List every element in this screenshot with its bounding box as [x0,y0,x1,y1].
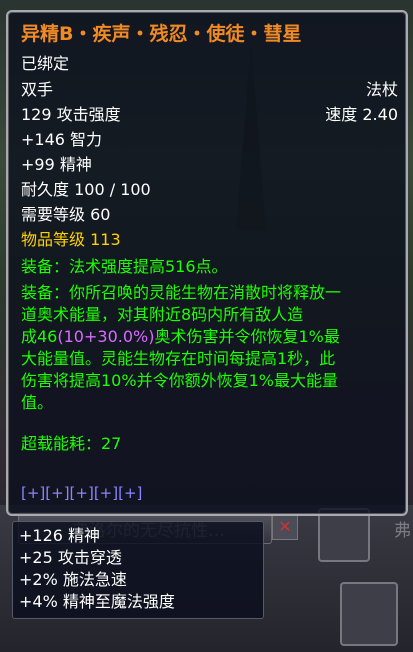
equip-effect-2: 装备：你所召唤的灵能生物在消散时将释放一 道奥术能量，对其附近8码内所有敌人造 … [21,282,401,414]
equip-effect-2-line-1: 装备：你所召唤的灵能生物在消散时将释放一 [21,283,342,302]
equip-effect-2-line-3: 成46(10+30.0%)奥术伤害并令你恢复1%最 [21,326,401,348]
equip-effect-2-line-2: 道奥术能量，对其附近8码内所有敌人造 [21,305,304,324]
required-level: 需要等级 60 [21,205,111,224]
durability: 耐久度 100 / 100 [21,180,151,199]
attack-power: 129 攻击强度 [21,105,121,124]
bonus-stat-spirit: +126 精神 [19,526,101,545]
item-tooltip: 异精B・疾声・残忍・使徒・彗星 已绑定 双手 法杖 129 攻击强度 速度 2.… [6,10,408,516]
partial-text: 弗 [394,521,411,541]
attack-speed: 速度 2.40 [325,105,398,124]
item-type: 法杖 [365,80,398,99]
bonus-stat-penetration: +25 攻击穿透 [19,548,122,567]
damage-value: 成46 [21,327,58,346]
bonus-stat-spirit-to-spellpower: +4% 精神至魔法强度 [19,592,175,611]
hand-type: 双手 [21,80,54,99]
socket-slots: [+][+][+][+][+] [21,484,143,502]
damage-suffix: 奥术伤害并令你恢复1%最 [154,327,340,346]
overload-cost: 超载能耗：27 [21,434,122,453]
equip-effect-2-line-4: 大能量值。灵能生物存在时间每提高1秒，此 [21,349,336,368]
bonus-stats-panel: +126 精神 +25 攻击穿透 +2% 施法急速 +4% 精神至魔法强度 [12,521,264,619]
equip-effect-1: 装备：法术强度提高516点。 [21,257,228,276]
equip-effect-2-line-5: 伤害将提高10%并令你额外恢复1%最大能量 [21,371,338,390]
stat-intellect: +146 智力 [21,130,103,149]
staff-item-slot[interactable] [340,582,398,646]
item-slot[interactable] [318,508,370,562]
item-title: 异精B・疾声・残忍・使徒・彗星 [21,23,302,45]
bonus-stat-haste: +2% 施法急速 [19,570,127,589]
damage-scaling: (10+30.0%) [57,327,155,346]
item-level: 物品等级 113 [21,230,121,249]
close-button[interactable]: ✕ [272,514,298,540]
binding-status: 已绑定 [21,54,70,73]
equip-effect-2-line-6: 值。 [21,393,54,412]
stat-spirit: +99 精神 [21,155,92,174]
